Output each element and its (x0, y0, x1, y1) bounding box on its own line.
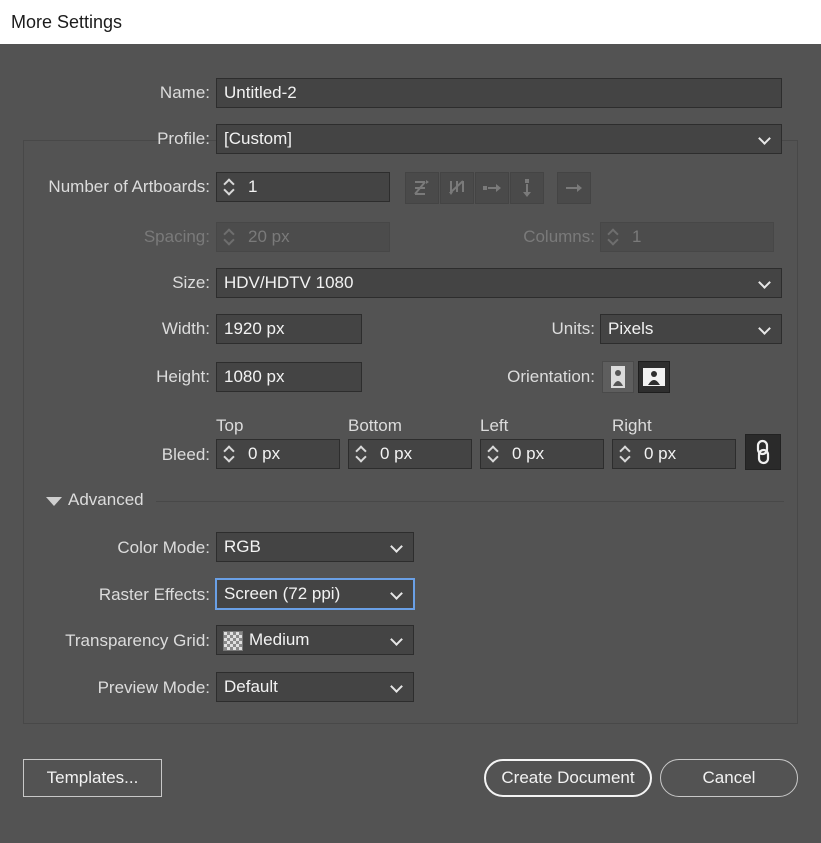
chevron-down-icon (390, 633, 403, 646)
portrait-orientation-icon[interactable] (602, 361, 634, 393)
raster-effects-value: Screen (72 ppi) (224, 584, 341, 603)
width-label: Width: (161, 319, 210, 338)
arrange-by-row-icon[interactable] (475, 172, 509, 204)
bleed-top-value: 0 px (248, 444, 281, 463)
stepper-arrows-icon[interactable] (222, 177, 236, 197)
stepper-arrows-icon[interactable] (354, 444, 368, 464)
advanced-label: Advanced (68, 490, 144, 509)
create-document-button[interactable]: Create Document (484, 759, 652, 797)
transparency-grid-select[interactable]: Medium (216, 625, 414, 655)
advanced-divider (156, 501, 784, 502)
bleed-left-value: 0 px (512, 444, 545, 463)
width-input[interactable]: 1920 px (216, 314, 362, 344)
right-to-left-icon[interactable] (557, 172, 591, 204)
chevron-down-icon (390, 587, 403, 600)
name-label: Name: (159, 83, 210, 102)
spacing-stepper[interactable]: 20 px (216, 222, 390, 252)
columns-stepper[interactable]: 1 (600, 222, 774, 252)
stepper-arrows-icon[interactable] (618, 444, 632, 464)
title-bar: More Settings (0, 0, 821, 44)
transparency-grid-value: Medium (249, 630, 310, 649)
profile-value: [Custom] (224, 129, 293, 148)
units-label: Units: (551, 319, 595, 338)
stepper-arrows-icon[interactable] (222, 444, 236, 464)
chevron-down-icon (390, 540, 403, 553)
raster-effects-label: Raster Effects: (98, 585, 210, 604)
bleed-bottom-label: Bottom (348, 416, 402, 435)
columns-label: Columns: (523, 227, 595, 246)
color-mode-select[interactable]: RGB (216, 532, 414, 562)
bleed-right-label: Right (612, 416, 652, 435)
name-input[interactable]: Untitled-2 (216, 78, 782, 108)
color-mode-label: Color Mode: (117, 538, 210, 557)
size-label: Size: (172, 273, 210, 292)
bleed-bottom-value: 0 px (380, 444, 413, 463)
bleed-label: Bleed: (161, 445, 210, 464)
orientation-label: Orientation: (507, 367, 595, 386)
units-select[interactable]: Pixels (600, 314, 782, 344)
artboards-stepper[interactable]: 1 (216, 172, 390, 202)
chevron-down-icon (390, 680, 403, 693)
chevron-down-icon (758, 132, 771, 145)
units-value: Pixels (608, 319, 654, 338)
arrange-by-column-icon[interactable] (510, 172, 544, 204)
height-label: Height: (156, 367, 210, 386)
artboards-label: Number of Artboards: (48, 177, 210, 196)
bleed-top-label: Top (216, 416, 244, 435)
checkerboard-icon (223, 631, 243, 651)
stepper-arrows-icon[interactable] (606, 227, 620, 247)
bleed-left-label: Left (480, 416, 509, 435)
bleed-bottom-stepper[interactable]: 0 px (348, 439, 472, 469)
bleed-left-stepper[interactable]: 0 px (480, 439, 604, 469)
preview-mode-label: Preview Mode: (97, 678, 210, 697)
templates-button[interactable]: Templates... (23, 759, 162, 797)
height-input[interactable]: 1080 px (216, 362, 362, 392)
grid-by-column-icon[interactable] (440, 172, 474, 204)
spacing-value: 20 px (248, 227, 290, 246)
bleed-right-value: 0 px (644, 444, 677, 463)
window-title: More Settings (11, 12, 123, 32)
stepper-arrows-icon[interactable] (222, 227, 236, 247)
transparency-grid-label: Transparency Grid: (65, 631, 210, 650)
chain-link-icon[interactable] (745, 434, 781, 470)
columns-value: 1 (632, 227, 642, 246)
cancel-button[interactable]: Cancel (660, 759, 798, 797)
landscape-orientation-icon[interactable] (638, 361, 670, 393)
preview-mode-value: Default (224, 677, 278, 696)
profile-label: Profile: (157, 129, 210, 148)
grid-by-row-icon[interactable] (405, 172, 439, 204)
triangle-down-icon (46, 497, 62, 506)
bleed-right-stepper[interactable]: 0 px (612, 439, 736, 469)
chevron-down-icon (758, 322, 771, 335)
size-select[interactable]: HDV/HDTV 1080 (216, 268, 782, 298)
color-mode-value: RGB (224, 537, 261, 556)
size-value: HDV/HDTV 1080 (224, 273, 354, 292)
artboards-value: 1 (248, 177, 258, 196)
raster-effects-select[interactable]: Screen (72 ppi) (216, 579, 414, 609)
bleed-top-stepper[interactable]: 0 px (216, 439, 340, 469)
spacing-label: Spacing: (143, 227, 210, 246)
preview-mode-select[interactable]: Default (216, 672, 414, 702)
stepper-arrows-icon[interactable] (486, 444, 500, 464)
chevron-down-icon (758, 276, 771, 289)
profile-select[interactable]: [Custom] (216, 124, 782, 154)
